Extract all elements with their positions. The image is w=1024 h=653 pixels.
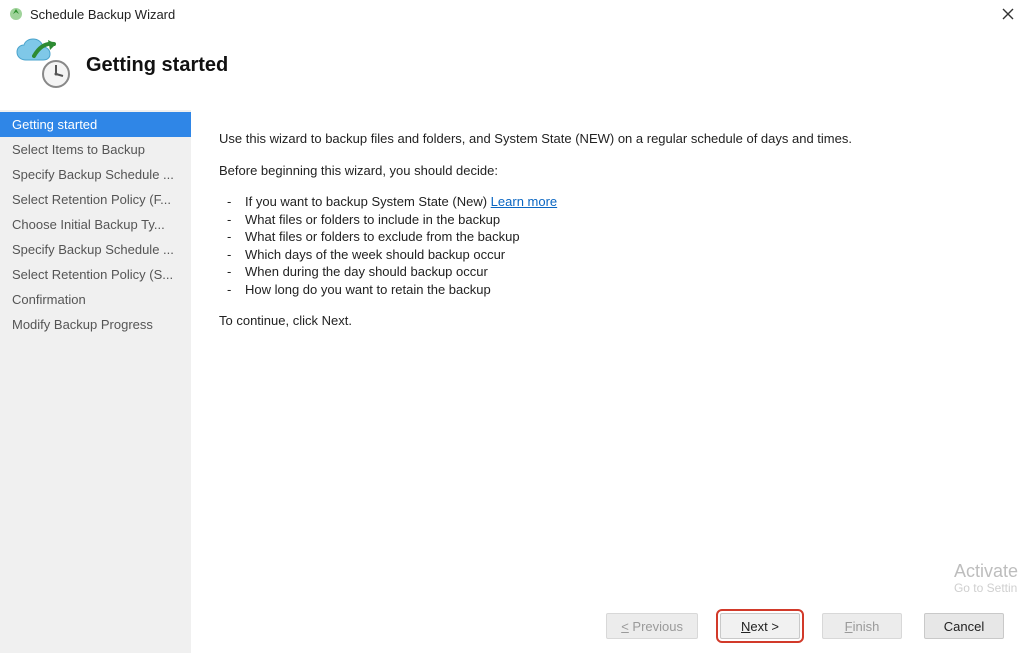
cancel-button[interactable]: Cancel	[924, 613, 1004, 639]
wizard-content: Use this wizard to backup files and fold…	[191, 110, 1024, 653]
cancel-label: Cancel	[944, 619, 984, 634]
close-icon[interactable]	[998, 4, 1018, 24]
clock-icon	[40, 58, 72, 90]
sidebar-step-retention-s[interactable]: Select Retention Policy (S...	[0, 262, 191, 287]
list-item: When during the day should backup occur	[227, 263, 990, 281]
decide-heading: Before beginning this wizard, you should…	[219, 162, 990, 180]
window-title: Schedule Backup Wizard	[30, 7, 175, 22]
list-item: How long do you want to retain the backu…	[227, 281, 990, 299]
list-item: What files or folders to exclude from th…	[227, 228, 990, 246]
wizard-sidebar: Getting started Select Items to Backup S…	[0, 110, 191, 653]
sidebar-step-retention-f[interactable]: Select Retention Policy (F...	[0, 187, 191, 212]
sidebar-step-confirmation[interactable]: Confirmation	[0, 287, 191, 312]
decision-list: If you want to backup System State (New)…	[219, 193, 990, 298]
wizard-header: Getting started	[0, 28, 1024, 109]
activation-watermark: Activate Go to Settin	[954, 562, 1018, 595]
next-button[interactable]: Next >	[720, 613, 800, 639]
finish-button: Finish	[822, 613, 902, 639]
sidebar-step-select-items[interactable]: Select Items to Backup	[0, 137, 191, 162]
previous-label: < Previous	[621, 619, 683, 634]
titlebar: Schedule Backup Wizard	[0, 0, 1024, 28]
wizard-body: Getting started Select Items to Backup S…	[0, 109, 1024, 653]
sidebar-step-getting-started[interactable]: Getting started	[0, 112, 191, 137]
learn-more-link[interactable]: Learn more	[491, 194, 557, 209]
wizard-header-icon	[14, 36, 72, 94]
finish-label: Finish	[845, 619, 880, 634]
wizard-footer: < Previous Next > Finish Cancel	[191, 607, 1024, 645]
page-title: Getting started	[86, 54, 228, 77]
watermark-line2: Go to Settin	[954, 582, 1018, 595]
sidebar-step-modify-progress[interactable]: Modify Backup Progress	[0, 312, 191, 337]
list-item: If you want to backup System State (New)…	[227, 193, 990, 211]
bullet-text: If you want to backup System State (New)	[245, 194, 491, 209]
sidebar-step-initial-backup[interactable]: Choose Initial Backup Ty...	[0, 212, 191, 237]
sidebar-step-specify-schedule-1[interactable]: Specify Backup Schedule ...	[0, 162, 191, 187]
app-icon	[8, 6, 24, 22]
sidebar-step-specify-schedule-2[interactable]: Specify Backup Schedule ...	[0, 237, 191, 262]
next-label: Next >	[741, 619, 779, 634]
continue-text: To continue, click Next.	[219, 312, 990, 330]
intro-text: Use this wizard to backup files and fold…	[219, 130, 990, 148]
list-item: Which days of the week should backup occ…	[227, 246, 990, 264]
wizard-window: Schedule Backup Wizard	[0, 0, 1024, 653]
watermark-line1: Activate	[954, 562, 1018, 582]
previous-button: < Previous	[606, 613, 698, 639]
list-item: What files or folders to include in the …	[227, 211, 990, 229]
